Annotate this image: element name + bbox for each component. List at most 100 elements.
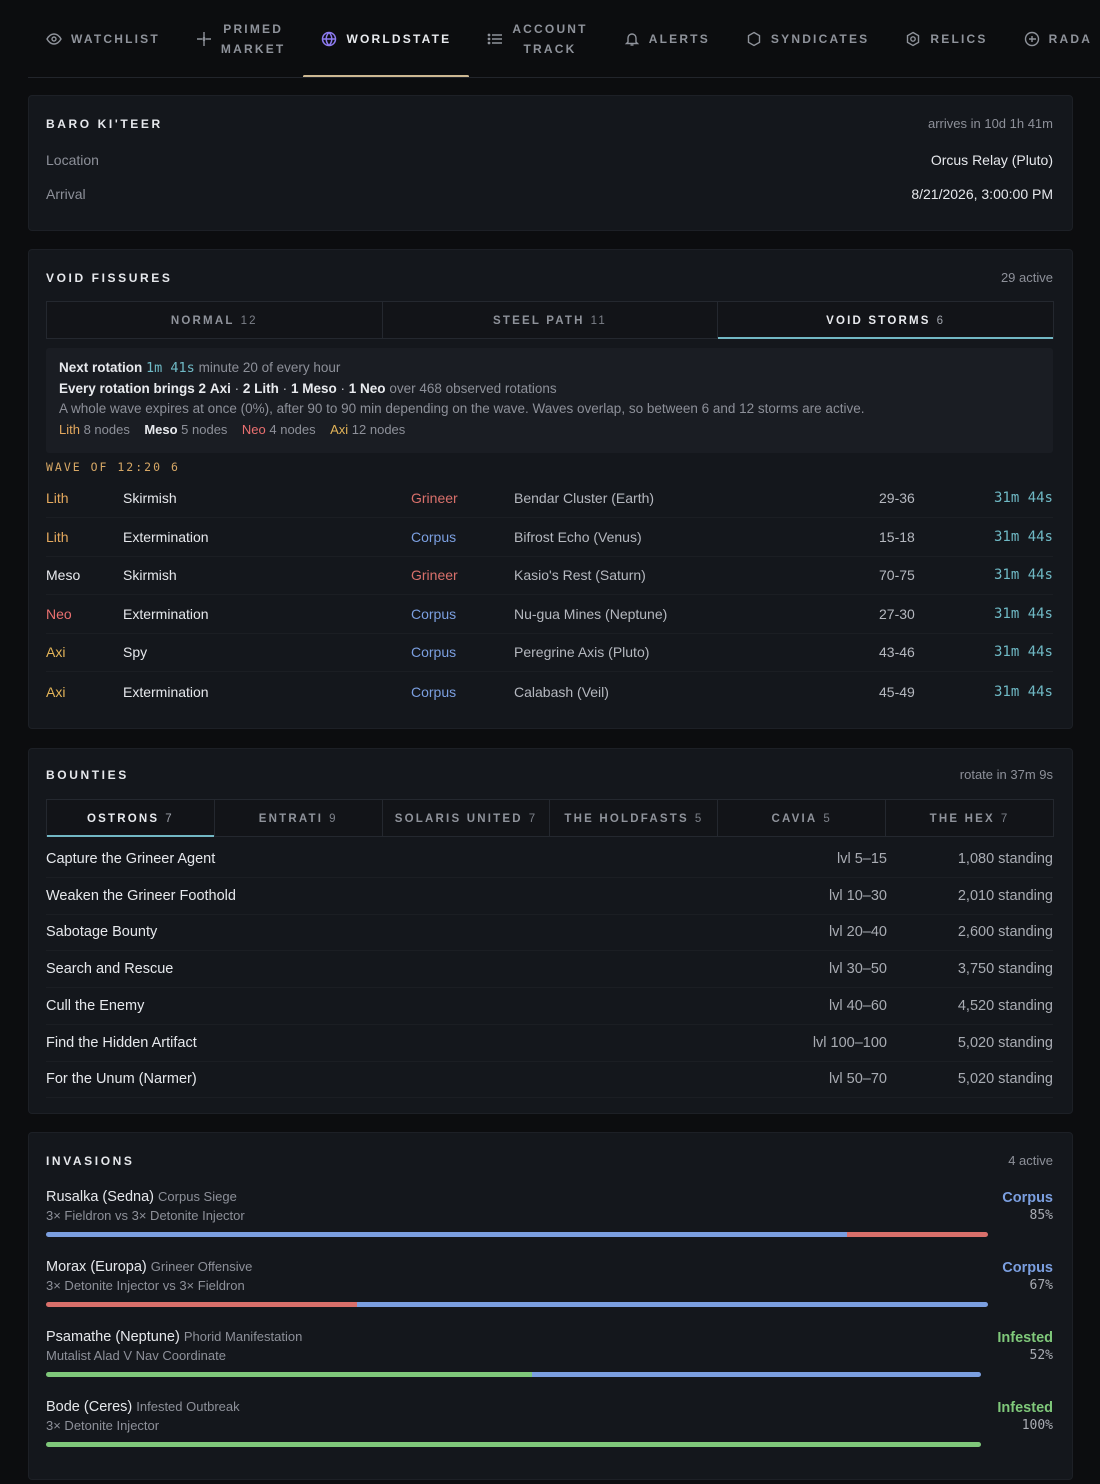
fissure-row[interactable]: Axi Spy Corpus Peregrine Axis (Pluto) 43-46 3…	[46, 633, 1053, 673]
fissure-faction: Corpus	[411, 644, 457, 661]
invasion-progress-bar	[46, 1442, 981, 1447]
nav-account-track[interactable]: ACCOUNT TRACK	[469, 0, 605, 77]
bounty-row[interactable]: For the Unum (Narmer) lvl 50–70 5,020 stan…	[46, 1061, 1053, 1099]
next-rotation-timer: 1m 41s	[146, 360, 195, 376]
nav-label: RADA	[1048, 31, 1093, 46]
fissure-timer: 31m 44s	[993, 567, 1053, 584]
tab-normal[interactable]: NORMAL 12	[46, 301, 383, 339]
baro-header: BARO KI'TEER arrives in 10d 1h 41m	[46, 116, 1053, 131]
bounty-name: Weaken the Grineer Foothold	[46, 887, 236, 904]
nav-label: PRIMED MARKET	[220, 21, 286, 56]
invasion-row[interactable]: Bode (Ceres) Infested Outbreak 3× Detonit…	[46, 1399, 1053, 1463]
tab-solaris-united[interactable]: SOLARIS UNITED 7	[381, 799, 551, 837]
tab-steel-path[interactable]: STEEL PATH 11	[381, 301, 719, 339]
fissure-tabs: NORMAL 12 STEEL PATH 11 VOID STORMS 6	[46, 301, 1055, 339]
invasion-title: Rusalka (Sedna) Corpus Siege	[46, 1189, 1053, 1205]
rotation-composition-line: Every rotation brings 2 Axi · 2 Lith · 1…	[59, 380, 557, 396]
bounties-rotate: rotate in 37m 9s	[959, 767, 1053, 782]
fissure-mission: Skirmish	[123, 490, 177, 506]
bounty-row[interactable]: Find the Hidden Artifact lvl 100–100 5,020…	[46, 1025, 1053, 1062]
invasion-reward: 3× Detonite Injector	[46, 1418, 160, 1433]
invasion-progress-bar	[46, 1232, 988, 1237]
invasion-node: Morax (Europa)	[46, 1259, 147, 1275]
invasion-winner: Corpus	[1002, 1260, 1053, 1276]
fissure-row[interactable]: Lith Skirmish Grineer Bendar Cluster (Earth…	[46, 479, 1053, 518]
bounty-row[interactable]: Sabotage Bounty lvl 20–40 2,600 standing	[46, 914, 1053, 952]
storm-rotation-info: Next rotation 1m 41s minute 20 of every …	[46, 348, 1053, 453]
fissure-faction: Grineer	[411, 490, 458, 506]
bounty-row[interactable]: Cull the Enemy lvl 40–60 4,520 standing	[46, 988, 1053, 1025]
bounty-name: Sabotage Bounty	[46, 924, 158, 941]
arrival-value: 8/21/2026, 3:00:00 PM	[911, 186, 1053, 202]
eye-icon	[46, 31, 62, 47]
nav-primed-market[interactable]: PRIMED MARKET	[178, 0, 304, 77]
fissure-node: Bendar Cluster (Earth)	[514, 490, 655, 506]
fissure-row[interactable]: Meso Skirmish Grineer Kasio's Rest (Saturn)…	[46, 556, 1053, 596]
tab-the-hex[interactable]: THE HEX 7	[885, 799, 1054, 837]
invasions-header: INVASIONS 4 active	[46, 1153, 1053, 1168]
invasion-status: Corpus 67%	[1002, 1259, 1053, 1295]
fissure-node: Bifrost Echo (Venus)	[514, 528, 642, 545]
fissure-mission: Skirmish	[123, 567, 177, 584]
fissure-timer: 31m 44s	[993, 490, 1053, 506]
bounty-standing: 5,020 standing	[957, 1034, 1053, 1051]
invasion-winner: Infested	[997, 1330, 1053, 1346]
fissure-level: 70-75	[879, 567, 915, 584]
invasion-row[interactable]: Morax (Europa) Grineer Offensive 3× Deton…	[46, 1259, 1053, 1323]
bounties-header: BOUNTIES rotate in 37m 9s	[46, 767, 1053, 782]
fissure-row[interactable]: Axi Extermination Corpus Calabash (Veil) 45-…	[46, 672, 1053, 711]
bounty-name: Cull the Enemy	[46, 997, 145, 1014]
progress-segment-defender	[532, 1372, 981, 1377]
nav-label: ACCOUNT TRACK	[512, 21, 588, 56]
fissure-row[interactable]: Lith Extermination Corpus Bifrost Echo (Ven…	[46, 518, 1053, 557]
nav-label: WATCHLIST	[71, 31, 160, 46]
invasion-progress-bar	[46, 1302, 988, 1307]
nav-relics[interactable]: RELICS	[887, 0, 1005, 77]
progress-segment-defender	[356, 1302, 988, 1307]
invasion-type: Infested Outbreak	[136, 1399, 240, 1414]
void-fissures-panel: VOID FISSURES 29 active NORMAL 12 STEEL P…	[28, 249, 1073, 729]
invasion-winner: Corpus	[1002, 1190, 1053, 1206]
bounty-name: Capture the Grineer Agent	[46, 851, 216, 867]
bounty-row[interactable]: Search and Rescue lvl 30–50 3,750 standing	[46, 951, 1053, 989]
invasion-progress-bar	[46, 1372, 981, 1377]
invasion-node: Rusalka (Sedna)	[46, 1189, 154, 1205]
top-nav: WATCHLIST PRIMED MARKET WORLDSTATE ACCOU…	[28, 0, 1100, 78]
invasion-status: Corpus 85%	[1002, 1189, 1053, 1225]
tab-the-holdfasts[interactable]: THE HOLDFASTS 5	[549, 799, 719, 837]
nav-worldstate[interactable]: WORLDSTATE	[303, 0, 470, 77]
fissure-row[interactable]: Neo Extermination Corpus Nu-gua Mines (Nept…	[46, 595, 1053, 634]
list-icon	[487, 31, 503, 47]
location-value: Orcus Relay (Pluto)	[930, 152, 1053, 168]
fissure-node: Peregrine Axis (Pluto)	[514, 644, 650, 661]
globe-icon	[321, 31, 337, 47]
nav-label: WORLDSTATE	[346, 31, 452, 46]
nav-alerts[interactable]: ALERTS	[606, 0, 728, 77]
tab-void-storms[interactable]: VOID STORMS 6	[717, 301, 1055, 339]
invasion-winner: Infested	[997, 1400, 1053, 1416]
invasion-reward: 3× Fieldron vs 3× Detonite Injector	[46, 1208, 245, 1223]
invasion-percent: 52%	[1029, 1348, 1053, 1363]
nav-radar[interactable]: RADA	[1006, 0, 1100, 77]
tab-cavia[interactable]: CAVIA 5	[717, 799, 887, 837]
bounty-row[interactable]: Capture the Grineer Agent lvl 5–15 1,080 s…	[46, 841, 1053, 878]
fissure-level: 45-49	[879, 683, 915, 700]
bounties-title: BOUNTIES	[46, 767, 129, 782]
invasion-percent: 67%	[1029, 1278, 1053, 1293]
invasion-row[interactable]: Psamathe (Neptune) Phorid Manifestation M…	[46, 1329, 1053, 1393]
bounty-name: For the Unum (Narmer)	[46, 1071, 197, 1088]
invasion-row[interactable]: Rusalka (Sedna) Corpus Siege 3× Fieldron …	[46, 1189, 1053, 1253]
bounty-level: lvl 100–100	[812, 1034, 887, 1051]
invasion-status: Infested 52%	[997, 1329, 1053, 1365]
nav-watchlist[interactable]: WATCHLIST	[28, 0, 178, 77]
fissure-faction: Corpus	[411, 683, 457, 700]
syndicate-tabs: OSTRONS 7 ENTRATI 9 SOLARIS UNITED 7 THE HO…	[46, 799, 1054, 837]
nav-syndicates[interactable]: SYNDICATES	[728, 0, 887, 77]
bounty-row[interactable]: Weaken the Grineer Foothold lvl 10–30 2,01…	[46, 878, 1053, 915]
tab-entrati[interactable]: ENTRATI 9	[213, 799, 383, 837]
fissures-active-count: 29 active	[1000, 270, 1053, 285]
sparkle-icon	[196, 31, 212, 47]
invasion-type: Corpus Siege	[158, 1189, 237, 1204]
progress-segment-attacker	[46, 1442, 981, 1447]
tab-ostrons[interactable]: OSTRONS 7	[46, 799, 215, 837]
